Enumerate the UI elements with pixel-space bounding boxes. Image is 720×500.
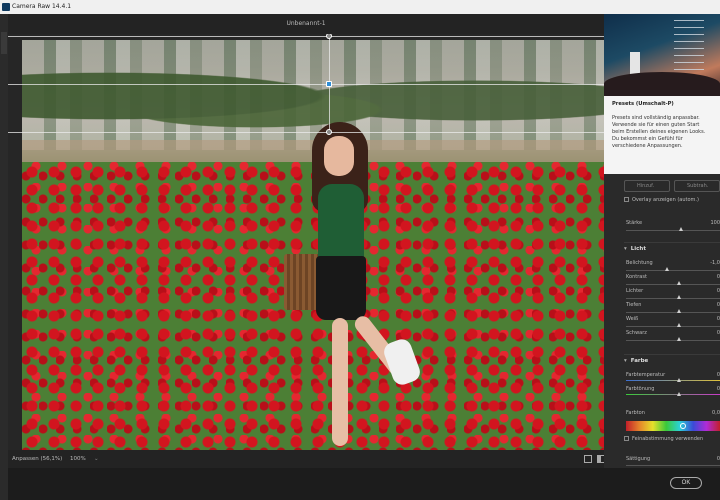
slider-farbtoenung-track[interactable] — [626, 394, 720, 395]
slider-kontrast-thumb[interactable] — [677, 281, 681, 285]
window-title: Camera Raw 14.4.1 — [12, 3, 72, 10]
preview-tower — [630, 52, 640, 74]
tooltip-body: Presets sind vollständig anpassbar. Verw… — [612, 115, 706, 149]
filmstrip-toggle-tab[interactable] — [1, 32, 7, 54]
subject-leg-standing — [332, 318, 348, 446]
slider-weiss-thumb[interactable] — [677, 323, 681, 327]
slider-staerke-track[interactable] — [626, 230, 720, 231]
image-canvas[interactable] — [8, 34, 604, 450]
slider-label: Weiß — [626, 316, 639, 322]
dialog-footer — [8, 468, 720, 500]
single-view-icon[interactable] — [584, 455, 592, 463]
slider-belichtung: Belichtung -1,0 — [626, 260, 720, 266]
hue-picker-handle[interactable] — [680, 423, 686, 429]
hue-color-picker[interactable] — [626, 421, 720, 431]
preset-tooltip-preview-image — [604, 14, 720, 96]
slider-farbtemperatur: Farbtemperatur 0 — [626, 372, 720, 378]
slider-schwarz-thumb[interactable] — [677, 337, 681, 341]
checkbox-box-icon — [624, 197, 629, 202]
slider-label: Stärke — [626, 220, 643, 226]
slider-saettigung: Sättigung 0 — [626, 456, 720, 462]
chevron-down-icon: ▾ — [624, 246, 627, 252]
slider-label: Farbton — [626, 410, 645, 416]
chevron-down-icon: ▾ — [624, 358, 627, 364]
slider-value[interactable]: 0,0 — [712, 410, 720, 416]
camera-raw-app-icon — [2, 3, 10, 11]
slider-label: Schwarz — [626, 330, 647, 336]
slider-label: Sättigung — [626, 456, 651, 462]
slider-farbtoenung: Farbtönung 0 — [626, 386, 720, 392]
zoom-fit-button[interactable]: Anpassen (56,1%) — [12, 450, 62, 468]
slider-farbton: Farbton 0,0 — [626, 410, 720, 416]
slider-tiefen: Tiefen 0 — [626, 302, 720, 308]
section-licht-title: Licht — [630, 246, 646, 252]
slider-label: Belichtung — [626, 260, 653, 266]
slider-belichtung-track[interactable] — [626, 270, 720, 271]
checkbox-box-icon — [624, 436, 629, 441]
preview-slider-lines — [674, 20, 704, 80]
subtract-mask-button[interactable]: Subtrah. — [674, 180, 720, 192]
overlay-checkbox-label: Overlay anzeigen (autom.) — [632, 197, 699, 203]
preview-hill — [604, 72, 720, 96]
slider-kontrast-track[interactable] — [626, 284, 720, 285]
slider-lichter: Lichter 0 — [626, 288, 720, 294]
subject-skirt — [316, 256, 366, 320]
slider-farbtemperatur-thumb[interactable] — [677, 378, 681, 382]
document-title: Unbenannt-1 — [286, 20, 326, 27]
document-title-bar: Unbenannt-1 — [8, 14, 604, 34]
gradient-guide-center[interactable] — [8, 84, 604, 85]
tooltip-heading: Presets (Umschalt-P) — [612, 101, 674, 107]
slider-value[interactable]: 100 — [710, 220, 720, 226]
slider-label: Lichter — [626, 288, 644, 294]
slider-staerke: Stärke 100 — [626, 220, 720, 226]
gradient-end-pin[interactable] — [326, 129, 332, 135]
slider-farbtemperatur-track[interactable] — [626, 380, 720, 381]
overlay-checkbox[interactable]: Overlay anzeigen (autom.) — [624, 197, 699, 203]
gradient-guide-bottom[interactable] — [8, 132, 604, 133]
zoom-100-button[interactable]: 100% — [70, 450, 86, 468]
slider-staerke-thumb[interactable] — [679, 227, 683, 231]
slider-value[interactable]: -1,0 — [710, 260, 720, 266]
feinabstimmung-checkbox[interactable]: Feinabstimmung verwenden — [624, 436, 703, 442]
section-farbe-header[interactable]: ▾ Farbe — [624, 354, 720, 364]
gradient-start-pin[interactable] — [326, 34, 332, 39]
ok-button[interactable]: OK — [670, 477, 702, 489]
adjustment-panel: Presets (Umschalt-P) Presets sind vollst… — [604, 14, 720, 468]
section-licht-header[interactable]: ▾ Licht — [624, 242, 720, 252]
slider-label: Farbtönung — [626, 386, 655, 392]
slider-tiefen-track[interactable] — [626, 312, 720, 313]
canvas-status-bar: Anpassen (56,1%) 100% ⌄ — [8, 450, 605, 468]
add-mask-button[interactable]: Hinzuf. — [624, 180, 670, 192]
slider-belichtung-thumb[interactable] — [665, 267, 669, 271]
slider-schwarz: Schwarz 0 — [626, 330, 720, 336]
gradient-guide-top[interactable] — [8, 36, 604, 37]
subject-basket — [284, 254, 320, 310]
feinabstimmung-label: Feinabstimmung verwenden — [632, 436, 704, 442]
section-farbe-title: Farbe — [630, 358, 649, 364]
photo-preview[interactable] — [22, 40, 604, 450]
left-tool-strip — [0, 14, 8, 500]
presets-tooltip: Presets (Umschalt-P) Presets sind vollst… — [604, 96, 720, 174]
slider-lichter-thumb[interactable] — [677, 295, 681, 299]
slider-weiss-track[interactable] — [626, 326, 720, 327]
slider-lichter-track[interactable] — [626, 298, 720, 299]
subject-face — [324, 136, 354, 176]
slider-farbtoenung-thumb[interactable] — [677, 392, 681, 396]
subject-shoe — [381, 336, 423, 388]
slider-label: Kontrast — [626, 274, 647, 280]
slider-weiss: Weiß 0 — [626, 316, 720, 322]
slider-label: Farbtemperatur — [626, 372, 666, 378]
photo-subject — [284, 122, 423, 450]
zoom-dropdown-chevron-icon[interactable]: ⌄ — [94, 450, 99, 468]
slider-schwarz-track[interactable] — [626, 340, 720, 341]
slider-tiefen-thumb[interactable] — [677, 309, 681, 313]
subject-sweater — [318, 184, 364, 262]
slider-label: Tiefen — [626, 302, 642, 308]
slider-saettigung-track[interactable] — [626, 465, 720, 466]
slider-kontrast: Kontrast 0 — [626, 274, 720, 280]
gradient-center-pin[interactable] — [326, 81, 332, 87]
mask-button-row: Hinzuf. Subtrah. — [624, 180, 720, 192]
window-titlebar: Camera Raw 14.4.1 — [0, 0, 720, 14]
